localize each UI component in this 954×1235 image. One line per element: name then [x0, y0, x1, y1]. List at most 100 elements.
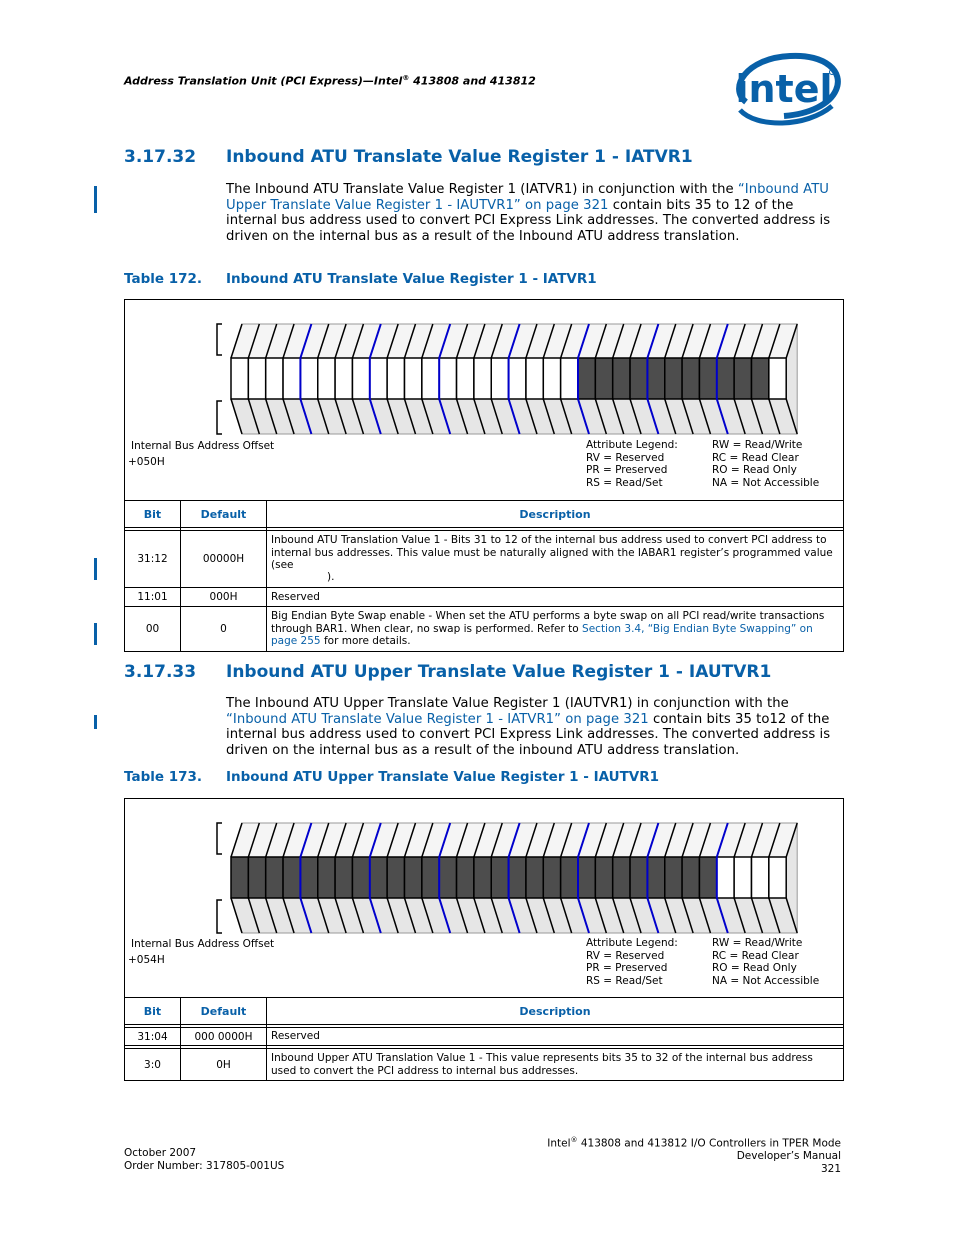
register-diagram-frame: Internal Bus Address Offset +054H Attrib…: [124, 798, 844, 998]
column-header-default: Default: [180, 997, 267, 1025]
default-cell: 000 0000H: [180, 1027, 267, 1046]
table-row: 00 0 Big Endian Byte Swap enable - When …: [124, 606, 844, 652]
bit-cell-8: [629, 357, 649, 400]
column-header-bit: Bit: [124, 500, 181, 528]
bit-cell-30: [247, 856, 267, 899]
section-paragraph: The Inbound ATU Translate Value Register…: [226, 182, 840, 245]
bit-cell-16: [490, 357, 510, 400]
bit-cell-25: [334, 856, 354, 899]
offset-label: Internal Bus Address Offset: [131, 938, 275, 950]
paragraph-text: The Inbound ATU Translate Value Register…: [226, 182, 738, 197]
bit-cell-12: [559, 856, 579, 899]
change-bar: [94, 623, 97, 645]
bit-cell: 00: [124, 606, 181, 652]
bit-cell-9: [611, 856, 631, 899]
bit-cell-28: [282, 357, 302, 400]
bit-cell-29: [264, 357, 284, 400]
bit-cell-17: [473, 856, 492, 899]
table-row: 11:01 000H Reserved: [124, 587, 844, 607]
bit-cell-27: [299, 357, 319, 400]
bit-cell-24: [351, 856, 371, 899]
bit-cell-20: [421, 357, 440, 400]
running-header: Address Translation Unit (PCI Express)—I…: [124, 74, 536, 88]
offset-value: +054H: [128, 954, 165, 966]
legend-left: Attribute Legend: RV = Reserved PR = Prese…: [586, 439, 678, 489]
bracket-icon: [216, 822, 222, 855]
column-header-bit: Bit: [124, 997, 181, 1025]
bit-cell-13: [542, 856, 562, 899]
bit-cell-24: [351, 357, 371, 400]
bit-cell-17: [473, 357, 492, 400]
bit-cell-20: [421, 856, 440, 899]
legend-item: RO = Read Only: [712, 464, 797, 476]
bit-cell: 3:0: [124, 1048, 181, 1081]
legend-item: RW = Read/Write: [712, 439, 803, 451]
bit-cell-26: [317, 856, 336, 899]
bit-cell-11: [577, 357, 597, 400]
bit-cell: 31:04: [124, 1027, 181, 1046]
table-number: Table 173.: [124, 769, 203, 785]
bit-cell-22: [386, 357, 406, 400]
bit-cell-10: [594, 856, 614, 899]
legend-item: NA = Not Accessible: [712, 974, 820, 987]
bit-cell-21: [403, 357, 423, 400]
legend-item: PR = Preserved: [586, 962, 668, 974]
offset-label: Internal Bus Address Offset: [131, 440, 275, 452]
section-heading: 3.17.33 Inbound ATU Upper Translate Value…: [124, 662, 771, 682]
logo-text: intel: [735, 67, 832, 111]
table-header-row: Bit Default Description: [124, 997, 844, 1025]
register-table: Bit Default Description 31:12 00000H Inb…: [124, 500, 844, 652]
bit-cell-22: [386, 856, 406, 899]
description-cell: Reserved: [266, 1027, 844, 1046]
page-number: 321: [820, 1162, 841, 1175]
bit-cell-1: [750, 856, 770, 899]
legend-item: RC = Read Clear: [712, 949, 799, 962]
bit-cell-25: [334, 357, 354, 400]
section-heading: 3.17.32 Inbound ATU Translate Value Regis…: [124, 147, 693, 167]
cross-reference-link[interactable]: “Inbound ATU Translate Value Register 1 …: [226, 712, 649, 727]
footer-order-number: Order Number: 317805-001US: [124, 1159, 285, 1172]
legend-item: RW = Read/Write: [712, 937, 803, 949]
bit-cell-27: [299, 856, 319, 899]
default-cell: 0: [180, 606, 267, 652]
bit-cell-3: [716, 856, 735, 899]
bit-cell-15: [507, 856, 527, 899]
bit-cell-0: [768, 856, 787, 899]
column-header-default: Default: [180, 500, 267, 528]
change-bar: [94, 558, 97, 580]
bit-cell-13: [542, 357, 562, 400]
bit-cell-1: [750, 357, 770, 400]
footer-doc-title-text: Intel: [547, 1137, 571, 1150]
bit-cell-4: [698, 357, 718, 400]
bit-cell-11: [577, 856, 597, 899]
intel-logo-icon: intel: [735, 52, 841, 126]
legend-item: RO = Read Only: [712, 962, 797, 974]
bit-cell-23: [369, 856, 388, 899]
bit-cell-18: [455, 856, 475, 899]
bit-cell-4: [698, 856, 718, 899]
bit-cell-8: [629, 856, 649, 899]
footer-right: Intel® 413808 and 413812 I/O Controllers…: [547, 1134, 841, 1175]
register-table: Bit Default Description 31:04 000 0000H …: [124, 997, 844, 1081]
footer-doc-title-text-b: 413808 and 413812 I/O Controllers in TPE…: [577, 1137, 841, 1150]
change-bar: [94, 186, 97, 213]
offset-value: +050H: [128, 456, 165, 468]
legend-right: RW = Read/Write RC = Read Clear RO = Read …: [712, 439, 819, 489]
change-bar: [94, 715, 97, 729]
bit-cell-19: [438, 856, 458, 899]
column-header-description: Description: [266, 997, 844, 1025]
table-header-row: Bit Default Description: [124, 500, 844, 528]
table-title: Inbound ATU Translate Value Register 1 -…: [226, 271, 597, 287]
bit-cell-6: [664, 357, 683, 400]
legend-title: Attribute Legend:: [586, 937, 678, 949]
footer-date: October 2007: [124, 1147, 197, 1159]
table-row: 3:0 0H Inbound Upper ATU Translation Val…: [124, 1048, 844, 1081]
bit-cell-6: [664, 856, 683, 899]
bit-cell-3: [716, 357, 735, 400]
legend-item: RV = Reserved: [586, 451, 665, 464]
legend-item: PR = Preserved: [586, 464, 668, 476]
legend-item: NA = Not Accessible: [712, 476, 820, 489]
legend-item: RV = Reserved: [586, 949, 665, 962]
bit-cell-31: [230, 856, 250, 899]
legend-item: RC = Read Clear: [712, 451, 799, 464]
